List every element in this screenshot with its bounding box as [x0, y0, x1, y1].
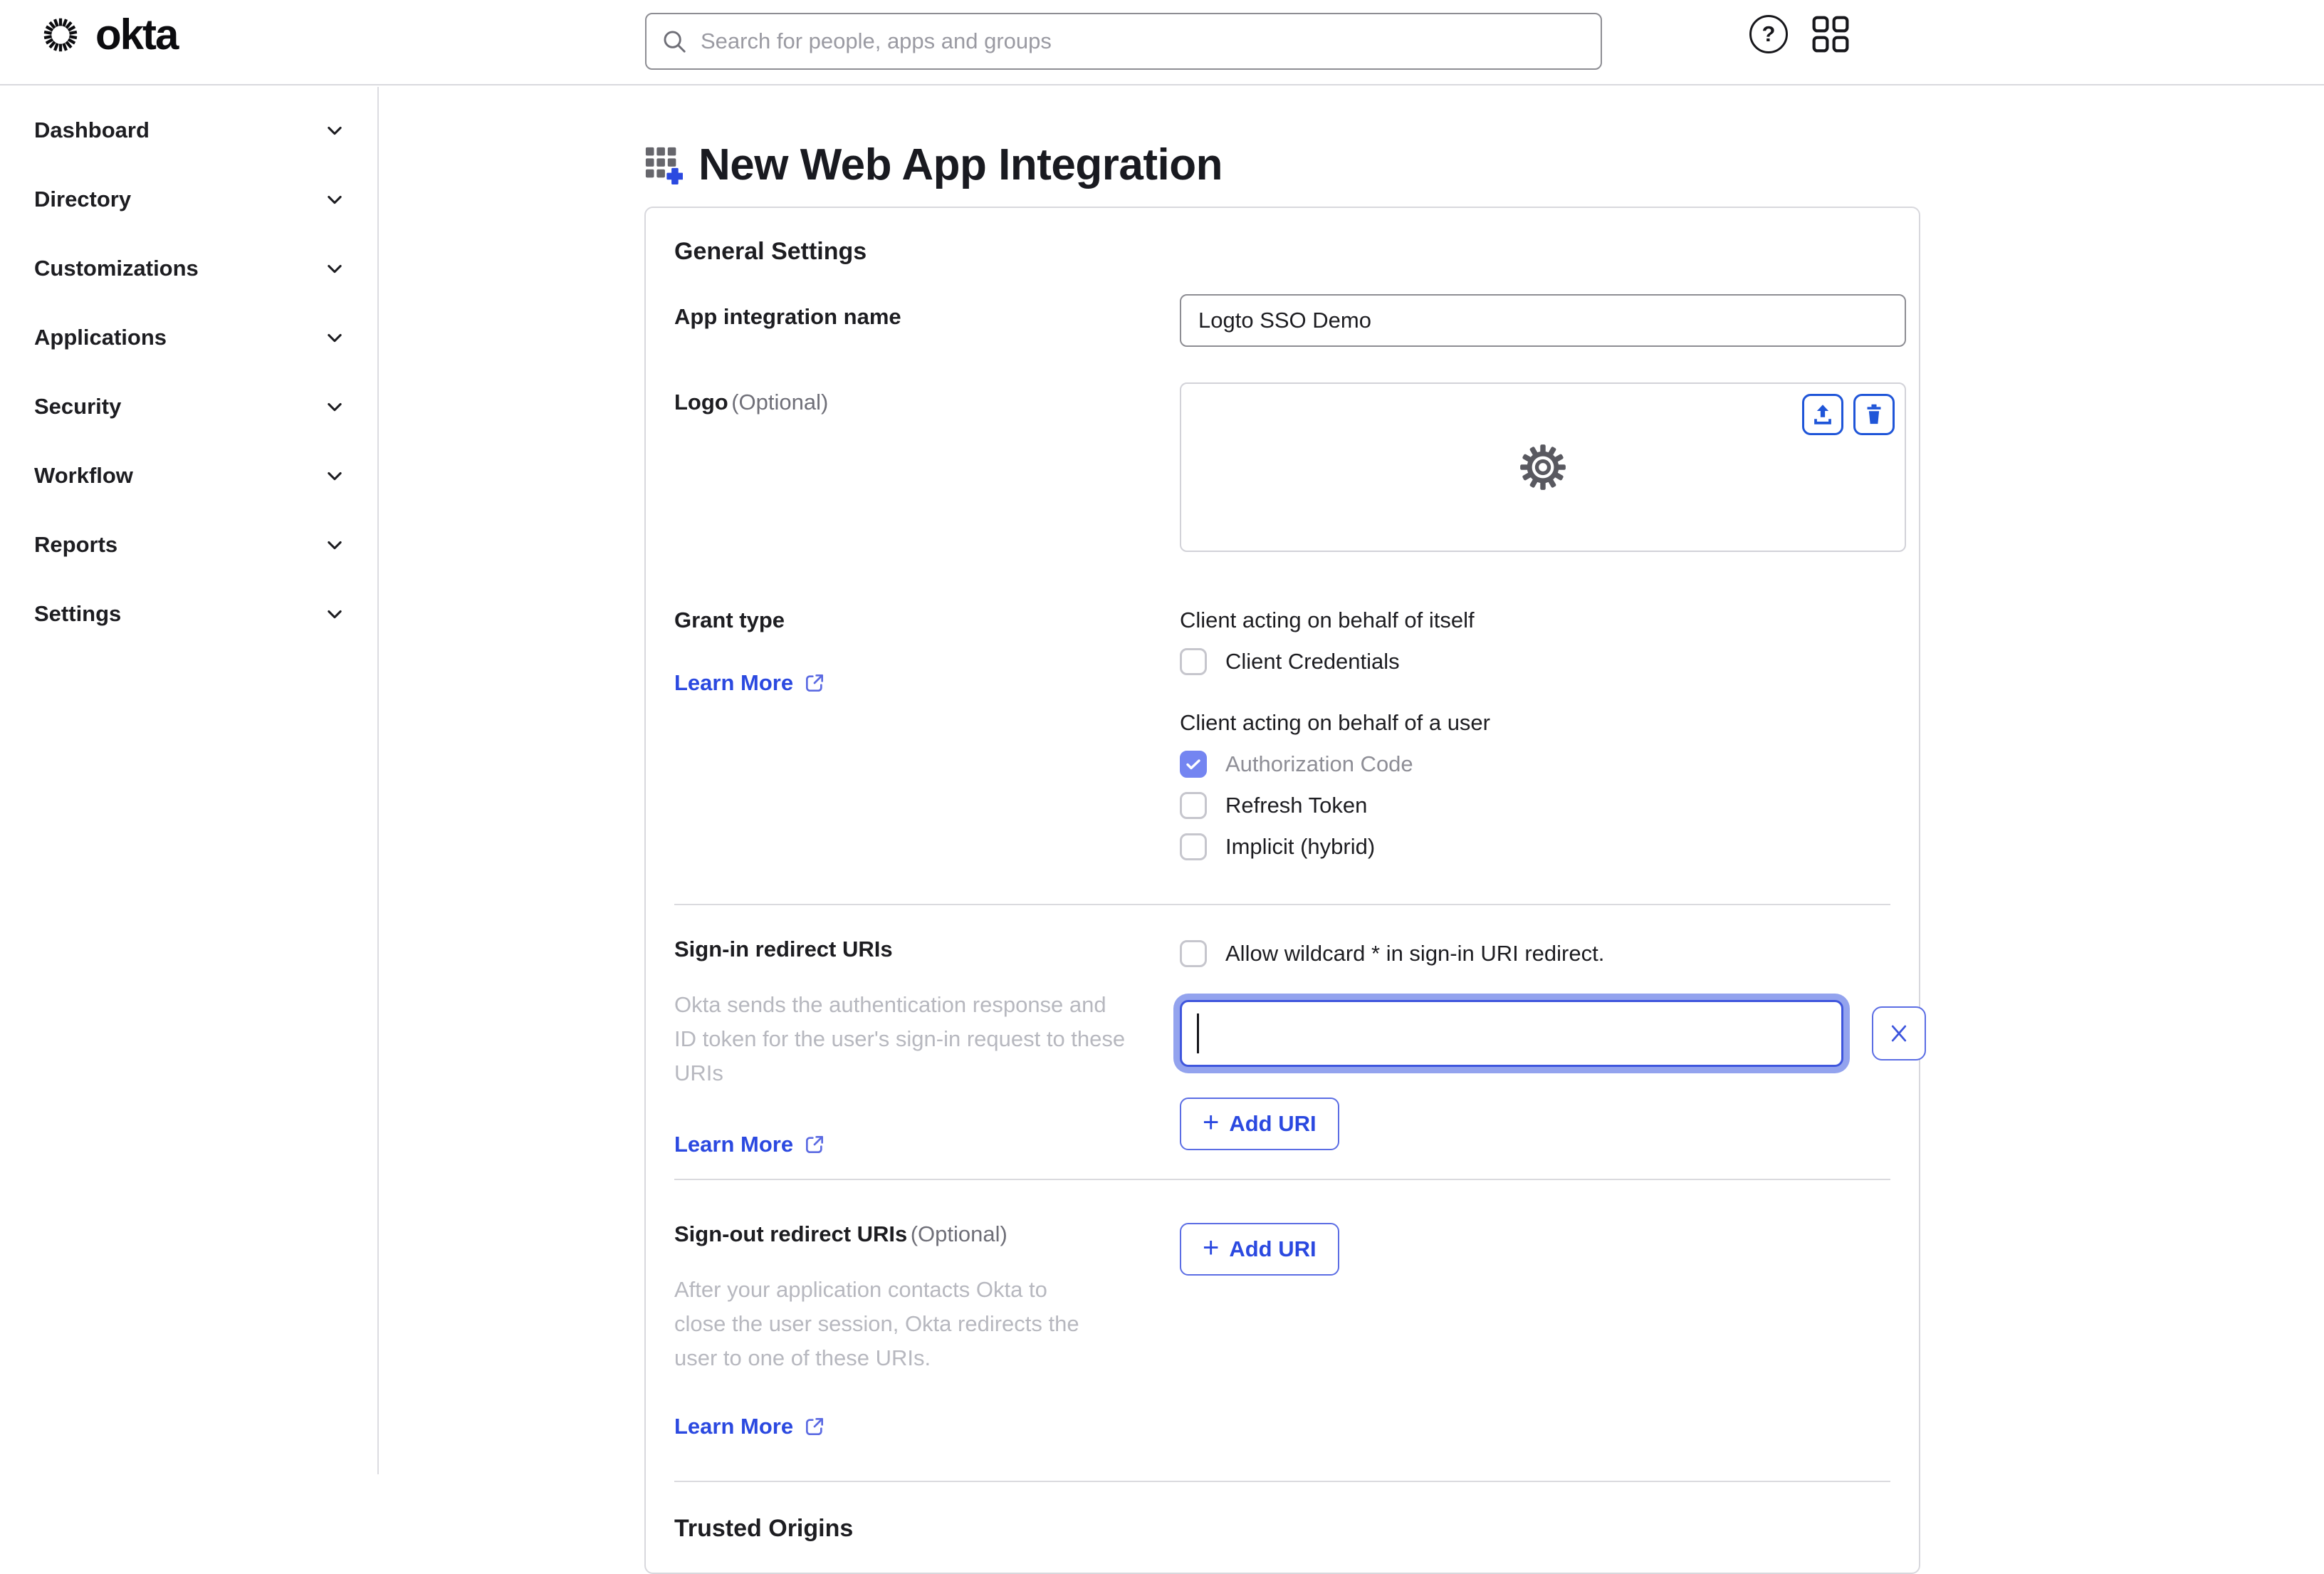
- chevron-down-icon: [328, 333, 342, 342]
- general-settings-card: General Settings App integration name Lo…: [644, 207, 1926, 1574]
- trash-icon: [1867, 404, 1881, 424]
- upload-icon: [1814, 405, 1831, 424]
- signin-label: Sign-in redirect URIs: [674, 937, 893, 961]
- signin-learn-more-link[interactable]: Learn More: [674, 1132, 826, 1157]
- checkbox-box: [1180, 648, 1207, 675]
- search-icon: [664, 31, 686, 53]
- chevron-down-icon: [328, 610, 342, 618]
- text-cursor: [1197, 1013, 1199, 1053]
- grant-self-title: Client acting on behalf of itself: [1180, 608, 1475, 632]
- checkbox-refresh-token[interactable]: Refresh Token: [1180, 788, 1890, 823]
- sidebar-item-workflow[interactable]: Workflow: [0, 441, 377, 510]
- close-icon: [1891, 1025, 1907, 1042]
- chevron-down-icon: [328, 402, 342, 411]
- logo-row: Logo (Optional): [674, 382, 1906, 552]
- delete-logo-button[interactable]: [1853, 394, 1895, 435]
- sidebar-item-directory[interactable]: Directory: [0, 165, 377, 234]
- gear-placeholder-icon: [1520, 444, 1566, 490]
- grant-type-label: Grant type: [674, 608, 785, 632]
- signout-description: After your application contacts Okta to …: [674, 1277, 1079, 1370]
- section-divider: [674, 904, 1890, 905]
- signin-redirect-uri-input[interactable]: [1180, 1000, 1843, 1067]
- grant-learn-more-link[interactable]: Learn More: [674, 670, 826, 696]
- new-app-icon: [645, 147, 683, 184]
- main-content: New Web App Integration General Settings…: [380, 87, 2324, 1574]
- signin-uri-field: [1180, 1000, 1843, 1067]
- checkbox-allow-wildcard[interactable]: Allow wildcard * in sign-in URI redirect…: [1180, 937, 1926, 971]
- apps-grid-icon: [1812, 16, 1849, 53]
- grant-user-title: Client acting on behalf of a user: [1180, 710, 1490, 735]
- trusted-origins-heading: Trusted Origins: [674, 1515, 854, 1542]
- section-divider: [674, 1179, 1890, 1180]
- checkbox-box: [1180, 940, 1207, 967]
- external-link-icon: [806, 674, 824, 692]
- sidebar-item-security[interactable]: Security: [0, 372, 377, 441]
- signin-uri-line: [1180, 994, 1926, 1073]
- logo-optional-label: (Optional): [731, 390, 829, 415]
- signin-add-uri-button[interactable]: + Add URI: [1180, 1098, 1339, 1150]
- chevron-down-icon: [328, 471, 342, 480]
- section-divider: [674, 1481, 1890, 1482]
- signout-redirect-row: Sign-out redirect URIs (Optional) After …: [674, 1221, 1890, 1439]
- global-search[interactable]: [645, 13, 1602, 70]
- chevron-down-icon: [328, 195, 342, 204]
- checkbox-implicit-hybrid[interactable]: Implicit (hybrid): [1180, 830, 1890, 864]
- signout-add-uri-button[interactable]: + Add URI: [1180, 1223, 1339, 1276]
- checkbox-authorization-code: Authorization Code: [1180, 747, 1890, 781]
- checkbox-box: [1180, 792, 1207, 819]
- plus-icon: +: [1203, 1107, 1220, 1138]
- signout-optional-label: (Optional): [910, 1221, 1007, 1246]
- chevron-down-icon: [328, 541, 342, 549]
- okta-logo[interactable]: okta: [38, 11, 179, 58]
- search-input[interactable]: [699, 28, 1586, 55]
- sidebar-item-applications[interactable]: Applications: [0, 303, 377, 372]
- sidebar-item-reports[interactable]: Reports: [0, 510, 377, 579]
- chevron-down-icon: [328, 264, 342, 273]
- question-mark-icon: ?: [1762, 21, 1776, 46]
- app-integration-name-input[interactable]: [1180, 294, 1906, 347]
- page-header: New Web App Integration: [644, 140, 1223, 190]
- signout-label: Sign-out redirect URIs: [674, 1221, 908, 1246]
- chevron-down-icon: [328, 126, 342, 135]
- okta-sunburst-icon: [43, 18, 78, 52]
- external-link-icon: [806, 1418, 824, 1435]
- card-heading: General Settings: [674, 238, 867, 265]
- page-title: New Web App Integration: [698, 140, 1223, 189]
- upload-logo-button[interactable]: [1802, 394, 1843, 435]
- top-bar: okta ?: [0, 0, 2324, 85]
- signout-learn-more-link[interactable]: Learn More: [674, 1414, 826, 1439]
- brand-wordmark: okta: [95, 11, 179, 58]
- app-name-row: App integration name: [674, 294, 1906, 347]
- plus-icon: +: [1203, 1232, 1220, 1263]
- sidebar-item-settings[interactable]: Settings: [0, 579, 377, 648]
- logo-actions: [1802, 394, 1895, 435]
- external-link-icon: [806, 1136, 824, 1153]
- sidebar-item-dashboard[interactable]: Dashboard: [0, 95, 377, 165]
- sidebar-item-customizations[interactable]: Customizations: [0, 234, 377, 303]
- sidebar: Dashboard Directory Customizations Appli…: [0, 87, 379, 1474]
- app-name-label: App integration name: [674, 304, 901, 329]
- logo-label: Logo: [674, 390, 728, 415]
- signin-redirect-row: Sign-in redirect URIs Okta sends the aut…: [674, 937, 1926, 1157]
- checkbox-box: [1180, 833, 1207, 860]
- checkbox-client-credentials[interactable]: Client Credentials: [1180, 645, 1890, 679]
- apps-grid-button[interactable]: [1810, 14, 1851, 55]
- check-icon: [1186, 759, 1200, 770]
- signin-description: Okta sends the authentication response a…: [674, 992, 1126, 1085]
- logo-upload-area: [1180, 382, 1906, 552]
- remove-uri-button[interactable]: [1872, 1006, 1926, 1060]
- checkbox-box-checked: [1180, 751, 1207, 778]
- help-button[interactable]: ?: [1749, 15, 1788, 53]
- grant-type-row: Grant type Learn More Client acting on b…: [674, 608, 1890, 871]
